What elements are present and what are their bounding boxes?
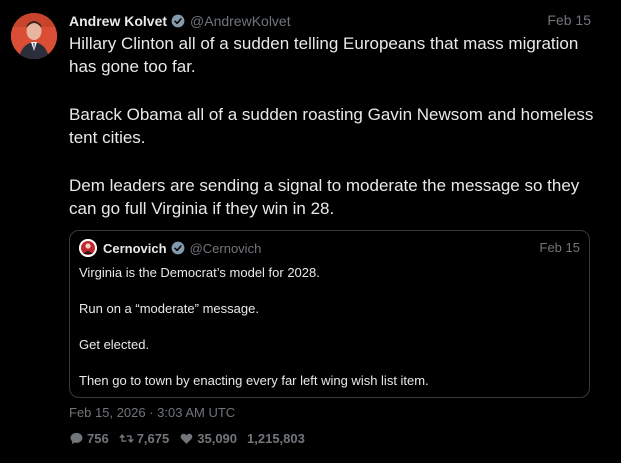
tweet-paragraph: Dem leaders are sending a signal to mode… xyxy=(69,176,580,218)
retweet-icon xyxy=(119,433,134,443)
reply-stat[interactable]: 756 xyxy=(69,431,109,446)
quoted-avatar-image xyxy=(79,239,97,257)
like-stat[interactable]: 35,090 xyxy=(179,431,237,446)
quoted-author-avatar[interactable] xyxy=(79,239,97,257)
view-count: 1,215,803 xyxy=(247,430,305,446)
verified-badge-icon xyxy=(171,241,185,255)
like-count: 35,090 xyxy=(197,430,238,446)
tweet-timestamp[interactable]: Feb 15, 2026 · 3:03 AM UTC xyxy=(69,405,235,420)
tweet-text: Hillary Clinton all of a sudden telling … xyxy=(69,32,604,245)
view-stat[interactable]: 1,215,803 xyxy=(247,431,305,446)
tweet-header: Andrew Kolvet @AndrewKolvet Feb 15 xyxy=(69,12,591,30)
quoted-paragraph: Virginia is the Democrat’s model for 202… xyxy=(79,265,320,280)
quoted-tweet-text: Virginia is the Democrat’s model for 202… xyxy=(79,264,579,408)
quoted-tweet-header: Cernovich @Cernovich Feb 15 xyxy=(79,239,580,257)
person-avatar-image xyxy=(11,13,57,59)
tweet-paragraph: Hillary Clinton all of a sudden telling … xyxy=(69,34,579,76)
author-avatar[interactable] xyxy=(11,13,57,59)
quoted-author-name[interactable]: Cernovich xyxy=(103,241,167,256)
heart-icon xyxy=(180,433,193,444)
quoted-tweet[interactable]: Cernovich @Cernovich Feb 15 Virginia is … xyxy=(69,230,590,398)
comment-icon xyxy=(70,432,83,444)
quoted-author-handle[interactable]: @Cernovich xyxy=(190,241,262,256)
quoted-paragraph: Get elected. xyxy=(79,337,150,352)
tweet-card: Andrew Kolvet @AndrewKolvet Feb 15 Hilla… xyxy=(0,0,621,463)
verified-badge-icon xyxy=(171,14,185,28)
quoted-paragraph: Then go to town by enacting every far le… xyxy=(79,373,429,388)
author-name[interactable]: Andrew Kolvet xyxy=(69,13,167,29)
quoted-tweet-date[interactable]: Feb 15 xyxy=(540,240,580,255)
engagement-stats: 756 7,675 35,090 1,215,803 xyxy=(69,430,315,446)
tweet-date[interactable]: Feb 15 xyxy=(547,12,591,28)
author-handle[interactable]: @AndrewKolvet xyxy=(190,13,291,29)
tweet-paragraph: Barack Obama all of a sudden roasting Ga… xyxy=(69,105,594,147)
reply-count: 756 xyxy=(87,430,109,446)
retweet-stat[interactable]: 7,675 xyxy=(119,430,170,446)
retweet-count: 7,675 xyxy=(136,430,170,446)
quoted-paragraph: Run on a “moderate” message. xyxy=(79,301,259,316)
